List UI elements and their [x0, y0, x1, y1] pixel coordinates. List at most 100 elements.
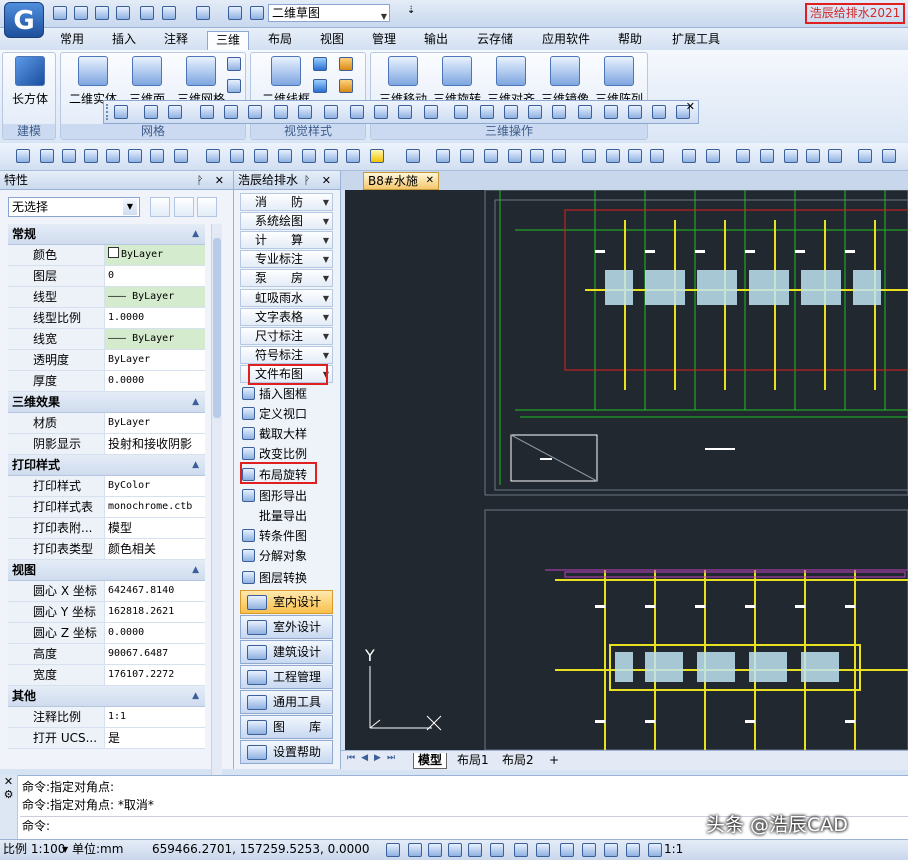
close-icon[interactable]: ✕	[4, 775, 13, 788]
tool-item[interactable]: 转条件图	[240, 526, 335, 546]
tool-27-icon[interactable]	[650, 149, 664, 163]
module-button[interactable]: 通用工具	[240, 690, 333, 714]
annotation-icon[interactable]	[648, 843, 662, 857]
prop-row[interactable]: 圆心 X 坐标 642467.8140	[8, 581, 205, 602]
tool-menu-button[interactable]: 虹吸雨水 ▼	[240, 288, 333, 307]
table-tool-3-icon[interactable]	[628, 105, 642, 119]
tool-item[interactable]: 批量导出	[240, 506, 335, 526]
quick-select-icon[interactable]	[150, 197, 170, 217]
close-icon[interactable]: ✕	[686, 100, 695, 113]
pump-icon[interactable]	[274, 105, 288, 119]
open-file-icon[interactable]	[74, 6, 88, 20]
tab-output[interactable]: 输出	[416, 31, 456, 50]
table-tool-2-icon[interactable]	[604, 105, 618, 119]
prop-section[interactable]: 视图 ▲	[8, 560, 205, 581]
save-as-icon[interactable]	[116, 6, 130, 20]
tab-apps[interactable]: 应用软件	[534, 31, 598, 50]
prop-row[interactable]: 宽度 176107.2272	[8, 665, 205, 686]
ducs-icon[interactable]	[514, 843, 528, 857]
new-file-icon[interactable]	[53, 6, 67, 20]
document-tab[interactable]: B8#水施 ✕	[363, 172, 439, 190]
panel-controls[interactable]: ᚹ ✕	[304, 171, 335, 190]
prop-row[interactable]: 阴影显示 投射和接收阴影	[8, 434, 205, 455]
shade-4-icon[interactable]	[339, 79, 353, 93]
tab-annotate[interactable]: 注释	[156, 31, 196, 50]
shade-3-icon[interactable]	[313, 79, 327, 93]
prop-value[interactable]: 颜色相关	[105, 539, 205, 559]
tool-13-icon[interactable]	[302, 149, 316, 163]
pipe-tool-4-icon[interactable]	[298, 105, 312, 119]
prop-value[interactable]: 0	[105, 266, 205, 286]
shade-2-icon[interactable]	[339, 57, 353, 71]
prop-value[interactable]: monochrome.ctb	[105, 497, 205, 517]
tool-1-icon[interactable]	[16, 149, 30, 163]
tab-layout[interactable]: 布局	[260, 31, 300, 50]
prop-value[interactable]: ——— ByLayer	[105, 329, 205, 349]
module-button[interactable]: 建筑设计	[240, 640, 333, 664]
annotation-scale[interactable]: 1:1	[664, 840, 683, 859]
prop-row[interactable]: 线宽 ——— ByLayer	[8, 329, 205, 350]
table-tool-1-icon[interactable]	[578, 105, 592, 119]
prop-value[interactable]: 投射和接收阴影	[105, 434, 205, 454]
model-space-icon[interactable]	[626, 843, 640, 857]
pipe-tool-9-icon[interactable]	[480, 105, 494, 119]
undo-icon[interactable]	[162, 6, 176, 20]
tool-32-icon[interactable]	[784, 149, 798, 163]
module-button[interactable]: 设置帮助	[240, 740, 333, 764]
tab-layout2[interactable]: 布局2	[498, 753, 538, 769]
tab-cloud[interactable]: 云存储	[470, 31, 520, 50]
box3d-icon[interactable]	[424, 105, 438, 119]
collapse-icon[interactable]: ▲	[192, 560, 199, 581]
prop-value[interactable]: 1.0000	[105, 308, 205, 328]
tool-30-icon[interactable]	[736, 149, 750, 163]
tool-4-icon[interactable]	[84, 149, 98, 163]
transparency-icon[interactable]	[582, 843, 596, 857]
prop-section[interactable]: 其他 ▲	[8, 686, 205, 707]
pipe-tool-3-icon[interactable]	[200, 105, 214, 119]
properties-scrollbar[interactable]	[211, 224, 222, 860]
tool-item[interactable]: 截取大样	[240, 424, 335, 444]
sprinkler-icon[interactable]	[350, 105, 364, 119]
tool-item[interactable]: 分解对象	[240, 546, 335, 566]
prop-value[interactable]: 90067.6487	[105, 644, 205, 664]
module-button[interactable]: 室内设计	[240, 590, 333, 614]
layout-nav-arrows[interactable]: ⏮◀▶⏭	[347, 753, 401, 763]
tool-11-icon[interactable]	[254, 149, 268, 163]
prop-value[interactable]: ——— ByLayer	[105, 287, 205, 307]
workspace-select[interactable]: 二维草图 ▼	[268, 4, 390, 22]
module-button[interactable]: 图 库	[240, 715, 333, 739]
prop-value[interactable]: 0.0000	[105, 623, 205, 643]
tab-manage[interactable]: 管理	[364, 31, 404, 50]
pipe-tool-7-icon[interactable]	[398, 105, 412, 119]
chevron-down-icon[interactable]: ▼	[381, 9, 387, 25]
tool-31-icon[interactable]	[760, 149, 774, 163]
prop-row[interactable]: 透明度 ByLayer	[8, 350, 205, 371]
prop-value[interactable]: ByLayer	[105, 413, 205, 433]
prop-value[interactable]: ByColor	[105, 476, 205, 496]
tool-20-icon[interactable]	[484, 149, 498, 163]
ortho-icon[interactable]	[428, 843, 442, 857]
tab-3d[interactable]: 三维	[207, 31, 249, 50]
prop-row[interactable]: 注释比例 1:1	[8, 707, 205, 728]
chevron-down-icon[interactable]: ▼	[123, 199, 137, 215]
tool-15-icon[interactable]	[346, 149, 360, 163]
prop-row[interactable]: 打印表类型 颜色相关	[8, 539, 205, 560]
chevron-down-icon[interactable]: ▼	[62, 840, 68, 859]
tool-36-icon[interactable]	[882, 149, 896, 163]
prop-value[interactable]: 1:1	[105, 707, 205, 727]
tool-22-icon[interactable]	[530, 149, 544, 163]
drawing-canvas[interactable]: Y X	[345, 190, 908, 750]
prop-row[interactable]: 材质 ByLayer	[8, 413, 205, 434]
collapse-icon[interactable]: ▲	[192, 686, 199, 707]
mesh-small-2-icon[interactable]	[227, 79, 241, 93]
tool-3-icon[interactable]	[62, 149, 76, 163]
select-objects-icon[interactable]	[174, 197, 194, 217]
tab-model[interactable]: 模型	[413, 753, 448, 769]
drag-handle[interactable]	[106, 104, 110, 120]
tab-add-layout[interactable]: +	[545, 753, 563, 769]
tool-35-icon[interactable]	[858, 149, 872, 163]
tool-item[interactable]: 改变比例	[240, 444, 335, 464]
tool-26-icon[interactable]	[628, 149, 642, 163]
tool-33-icon[interactable]	[806, 149, 820, 163]
snap-icon[interactable]	[386, 843, 400, 857]
